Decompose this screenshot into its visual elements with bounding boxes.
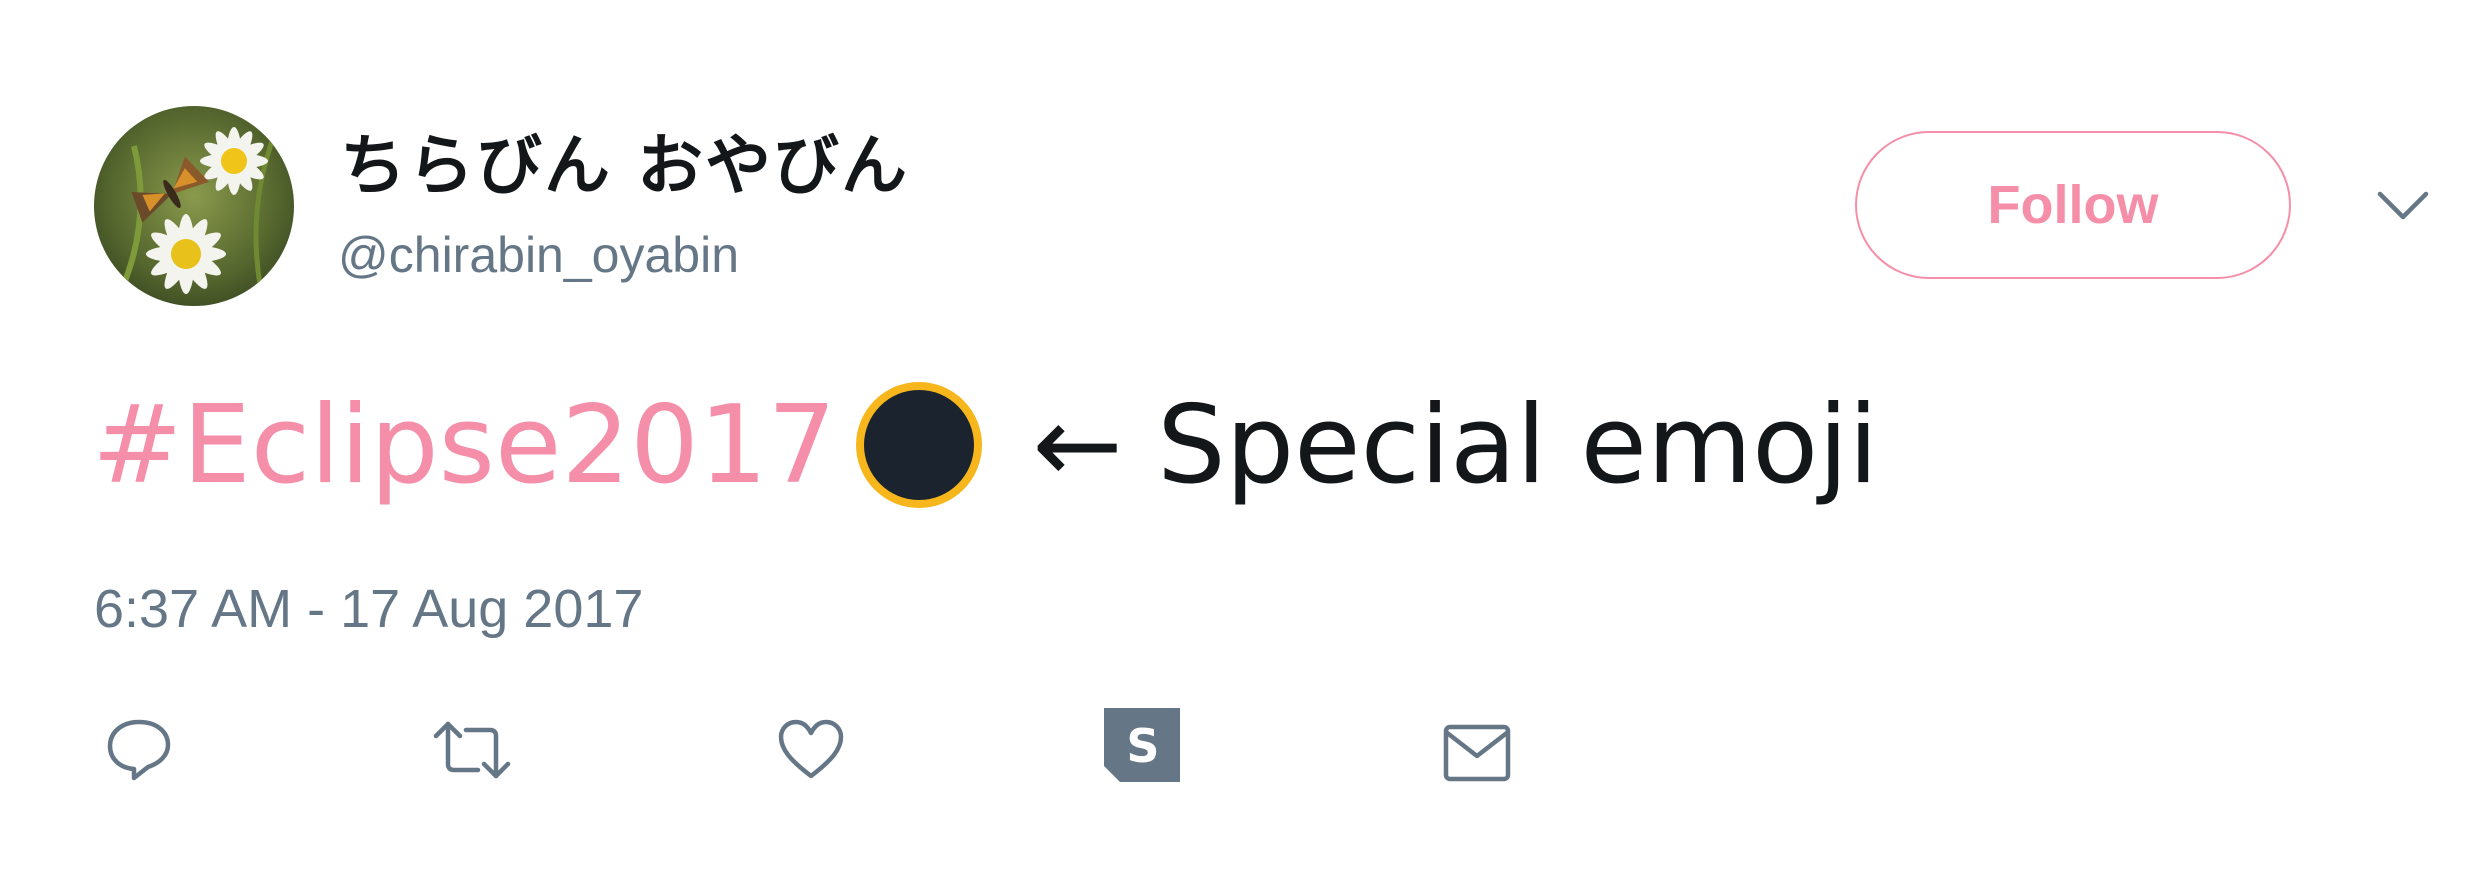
reply-icon[interactable] xyxy=(104,716,174,782)
svg-text:S: S xyxy=(1126,719,1159,773)
hashtag-link[interactable]: #Eclipse2017 xyxy=(92,383,836,508)
tweet-body-text: ← Special emoji xyxy=(1032,382,1879,508)
retweet-icon[interactable] xyxy=(432,720,512,780)
chevron-down-icon[interactable] xyxy=(2376,188,2430,224)
like-icon[interactable] xyxy=(776,718,846,780)
s-bookmark-icon[interactable]: S xyxy=(1102,708,1182,784)
new-moon-eclipse-icon xyxy=(850,376,988,514)
tweet-card: ちらびん おやびん @chirabin_oyabin Follow #Eclip… xyxy=(0,0,2480,896)
mail-icon[interactable] xyxy=(1442,722,1512,784)
user-handle[interactable]: @chirabin_oyabin xyxy=(338,226,739,284)
tweet-text: #Eclipse2017 ← Special emoji xyxy=(92,370,1878,520)
avatar[interactable] xyxy=(94,106,294,306)
display-name[interactable]: ちらびん おやびん xyxy=(340,112,909,208)
tweet-timestamp[interactable]: 6:37 AM - 17 Aug 2017 xyxy=(94,578,643,640)
follow-button[interactable]: Follow xyxy=(1855,131,2291,279)
